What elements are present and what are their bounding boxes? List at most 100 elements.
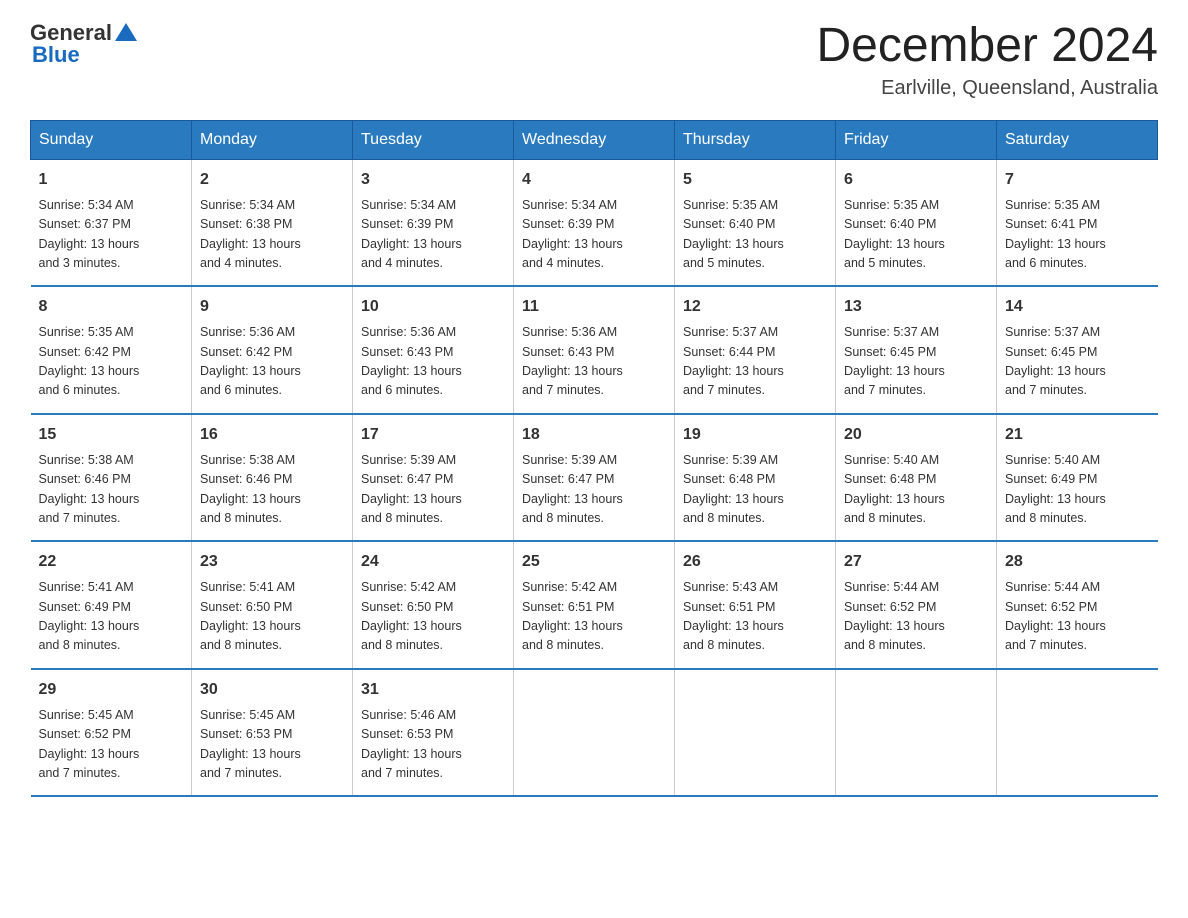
calendar-cell: 3 Sunrise: 5:34 AMSunset: 6:39 PMDaylight… [353, 159, 514, 286]
calendar-cell: 27 Sunrise: 5:44 AMSunset: 6:52 PMDayligh… [836, 541, 997, 669]
calendar-cell: 4Sunrise: 5:34 AMSunset: 6:39 PMDaylight… [514, 159, 675, 286]
column-header-thursday: Thursday [675, 120, 836, 159]
calendar-week-row: 29 Sunrise: 5:45 AMSunset: 6:52 PMDayligh… [31, 669, 1158, 797]
column-header-sunday: Sunday [31, 120, 192, 159]
calendar-cell: 19 Sunrise: 5:39 AMSunset: 6:48 PMDayligh… [675, 414, 836, 542]
day-info: Sunrise: 5:38 AMSunset: 6:46 PMDaylight:… [39, 451, 184, 529]
logo: General Blue [30, 20, 137, 68]
day-info: Sunrise: 5:39 AMSunset: 6:48 PMDaylight:… [683, 451, 827, 529]
location-title: Earlville, Queensland, Australia [816, 77, 1158, 100]
calendar-cell: 30Sunrise: 5:45 AMSunset: 6:53 PMDayligh… [192, 669, 353, 797]
column-header-friday: Friday [836, 120, 997, 159]
day-info: Sunrise: 5:36 AMSunset: 6:43 PMDaylight:… [361, 323, 505, 401]
day-info: Sunrise: 5:37 AMSunset: 6:44 PMDaylight:… [683, 323, 827, 401]
day-info: Sunrise: 5:44 AMSunset: 6:52 PMDaylight:… [844, 578, 988, 656]
calendar-cell: 5 Sunrise: 5:35 AMSunset: 6:40 PMDaylight… [675, 159, 836, 286]
logo-triangle-icon [115, 21, 137, 43]
day-number: 27 [844, 550, 988, 574]
calendar-cell: 1Sunrise: 5:34 AMSunset: 6:37 PMDaylight… [31, 159, 192, 286]
calendar-cell: 25 Sunrise: 5:42 AMSunset: 6:51 PMDayligh… [514, 541, 675, 669]
day-info: Sunrise: 5:42 AMSunset: 6:51 PMDaylight:… [522, 578, 666, 656]
calendar-week-row: 22 Sunrise: 5:41 AMSunset: 6:49 PMDayligh… [31, 541, 1158, 669]
day-info: Sunrise: 5:41 AMSunset: 6:50 PMDaylight:… [200, 578, 344, 656]
day-info: Sunrise: 5:35 AMSunset: 6:40 PMDaylight:… [844, 196, 988, 274]
day-number: 12 [683, 295, 827, 319]
day-info: Sunrise: 5:46 AMSunset: 6:53 PMDaylight:… [361, 706, 505, 784]
day-number: 3 [361, 168, 505, 192]
month-title: December 2024 [816, 20, 1158, 73]
calendar-cell: 15 Sunrise: 5:38 AMSunset: 6:46 PMDayligh… [31, 414, 192, 542]
day-info: Sunrise: 5:34 AMSunset: 6:38 PMDaylight:… [200, 196, 344, 274]
day-info: Sunrise: 5:42 AMSunset: 6:50 PMDaylight:… [361, 578, 505, 656]
calendar-cell [514, 669, 675, 797]
day-number: 13 [844, 295, 988, 319]
day-number: 29 [39, 678, 184, 702]
day-number: 21 [1005, 423, 1150, 447]
column-header-wednesday: Wednesday [514, 120, 675, 159]
day-number: 10 [361, 295, 505, 319]
day-number: 8 [39, 295, 184, 319]
calendar-cell: 28 Sunrise: 5:44 AMSunset: 6:52 PMDayligh… [997, 541, 1158, 669]
calendar-cell: 26 Sunrise: 5:43 AMSunset: 6:51 PMDayligh… [675, 541, 836, 669]
calendar-cell: 9Sunrise: 5:36 AMSunset: 6:42 PMDaylight… [192, 286, 353, 414]
day-info: Sunrise: 5:37 AMSunset: 6:45 PMDaylight:… [844, 323, 988, 401]
calendar-cell: 17Sunrise: 5:39 AMSunset: 6:47 PMDayligh… [353, 414, 514, 542]
calendar-cell: 14 Sunrise: 5:37 AMSunset: 6:45 PMDayligh… [997, 286, 1158, 414]
calendar-cell [997, 669, 1158, 797]
calendar-cell: 21Sunrise: 5:40 AMSunset: 6:49 PMDayligh… [997, 414, 1158, 542]
day-number: 28 [1005, 550, 1150, 574]
calendar-table: SundayMondayTuesdayWednesdayThursdayFrid… [30, 120, 1158, 798]
day-info: Sunrise: 5:35 AMSunset: 6:40 PMDaylight:… [683, 196, 827, 274]
day-number: 20 [844, 423, 988, 447]
calendar-cell: 31 Sunrise: 5:46 AMSunset: 6:53 PMDayligh… [353, 669, 514, 797]
calendar-cell: 13 Sunrise: 5:37 AMSunset: 6:45 PMDayligh… [836, 286, 997, 414]
day-number: 6 [844, 168, 988, 192]
calendar-week-row: 1Sunrise: 5:34 AMSunset: 6:37 PMDaylight… [31, 159, 1158, 286]
calendar-cell: 23 Sunrise: 5:41 AMSunset: 6:50 PMDayligh… [192, 541, 353, 669]
day-info: Sunrise: 5:44 AMSunset: 6:52 PMDaylight:… [1005, 578, 1150, 656]
day-number: 18 [522, 423, 666, 447]
day-number: 7 [1005, 168, 1150, 192]
day-info: Sunrise: 5:36 AMSunset: 6:42 PMDaylight:… [200, 323, 344, 401]
calendar-cell: 16Sunrise: 5:38 AMSunset: 6:46 PMDayligh… [192, 414, 353, 542]
calendar-week-row: 15 Sunrise: 5:38 AMSunset: 6:46 PMDayligh… [31, 414, 1158, 542]
day-number: 22 [39, 550, 184, 574]
day-number: 5 [683, 168, 827, 192]
day-number: 23 [200, 550, 344, 574]
day-number: 19 [683, 423, 827, 447]
calendar-cell: 7Sunrise: 5:35 AMSunset: 6:41 PMDaylight… [997, 159, 1158, 286]
day-number: 31 [361, 678, 505, 702]
calendar-cell: 6 Sunrise: 5:35 AMSunset: 6:40 PMDaylight… [836, 159, 997, 286]
calendar-cell [675, 669, 836, 797]
calendar-cell: 20Sunrise: 5:40 AMSunset: 6:48 PMDayligh… [836, 414, 997, 542]
title-block: December 2024 Earlville, Queensland, Aus… [816, 20, 1158, 100]
day-number: 26 [683, 550, 827, 574]
day-info: Sunrise: 5:34 AMSunset: 6:37 PMDaylight:… [39, 196, 184, 274]
logo-blue-text: Blue [32, 42, 80, 68]
day-number: 15 [39, 423, 184, 447]
day-number: 17 [361, 423, 505, 447]
calendar-cell: 29 Sunrise: 5:45 AMSunset: 6:52 PMDayligh… [31, 669, 192, 797]
day-info: Sunrise: 5:45 AMSunset: 6:52 PMDaylight:… [39, 706, 184, 784]
day-number: 30 [200, 678, 344, 702]
day-info: Sunrise: 5:34 AMSunset: 6:39 PMDaylight:… [361, 196, 505, 274]
column-header-monday: Monday [192, 120, 353, 159]
day-number: 14 [1005, 295, 1150, 319]
calendar-week-row: 8Sunrise: 5:35 AMSunset: 6:42 PMDaylight… [31, 286, 1158, 414]
day-info: Sunrise: 5:36 AMSunset: 6:43 PMDaylight:… [522, 323, 666, 401]
calendar-cell: 2 Sunrise: 5:34 AMSunset: 6:38 PMDaylight… [192, 159, 353, 286]
day-info: Sunrise: 5:39 AMSunset: 6:47 PMDaylight:… [522, 451, 666, 529]
day-number: 24 [361, 550, 505, 574]
calendar-cell: 11 Sunrise: 5:36 AMSunset: 6:43 PMDayligh… [514, 286, 675, 414]
calendar-cell: 12 Sunrise: 5:37 AMSunset: 6:44 PMDayligh… [675, 286, 836, 414]
day-info: Sunrise: 5:41 AMSunset: 6:49 PMDaylight:… [39, 578, 184, 656]
day-info: Sunrise: 5:37 AMSunset: 6:45 PMDaylight:… [1005, 323, 1150, 401]
calendar-cell: 10 Sunrise: 5:36 AMSunset: 6:43 PMDayligh… [353, 286, 514, 414]
day-number: 16 [200, 423, 344, 447]
day-number: 2 [200, 168, 344, 192]
day-info: Sunrise: 5:34 AMSunset: 6:39 PMDaylight:… [522, 196, 666, 274]
day-number: 25 [522, 550, 666, 574]
day-info: Sunrise: 5:43 AMSunset: 6:51 PMDaylight:… [683, 578, 827, 656]
calendar-cell: 24 Sunrise: 5:42 AMSunset: 6:50 PMDayligh… [353, 541, 514, 669]
day-number: 11 [522, 295, 666, 319]
